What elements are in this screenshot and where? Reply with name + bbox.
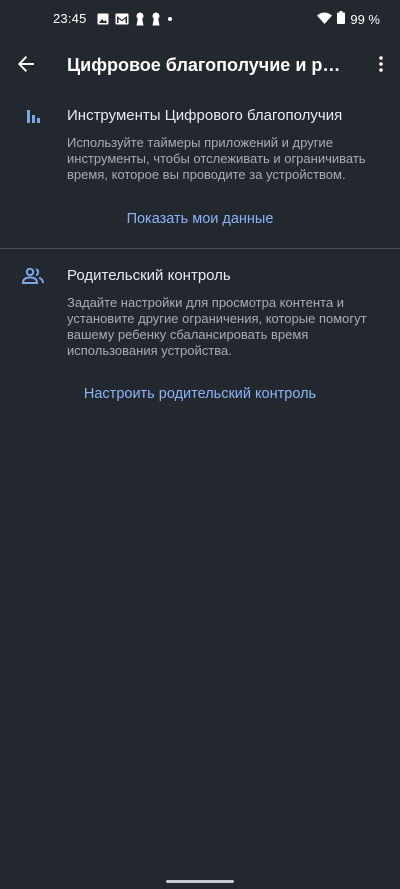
divider [0,248,400,249]
arrow-back-icon [18,56,34,72]
home-gesture-handle[interactable] [166,880,234,883]
app-bar: Цифровое благополучие и родительский кон… [0,38,400,94]
status-bar: 23:45 99 % [0,0,400,38]
people-icon [22,265,44,287]
more-options-button[interactable] [372,50,390,78]
keyhole-icon [151,12,161,26]
show-my-data-button[interactable]: Показать мои данные [100,211,300,227]
keyhole-icon [135,12,145,26]
parental-control-description: Задайте настройки для просмотра контента… [67,295,367,358]
battery-icon [337,11,346,27]
back-button[interactable] [12,50,40,78]
gmail-icon [115,13,129,25]
image-icon [97,13,109,25]
battery-percent: 99 % [350,11,380,27]
wifi-icon [317,12,333,27]
dot-icon [167,16,173,22]
page-title: Цифровое благополучие и родительский кон… [67,55,349,75]
more-vert-icon [379,56,383,72]
wellbeing-title: Инструменты Цифрового благополучия [67,107,343,124]
status-right: 99 % [317,11,380,27]
set-up-parental-control-button[interactable]: Настроить родительский контроль [60,386,340,402]
parental-control-title: Родительский контроль [67,267,231,284]
navigation-bar [0,874,400,889]
wellbeing-description: Используйте таймеры приложений и другие … [67,135,366,182]
status-time: 23:45 [53,11,87,26]
notification-icons [97,12,173,26]
bar-chart-icon [22,105,44,127]
